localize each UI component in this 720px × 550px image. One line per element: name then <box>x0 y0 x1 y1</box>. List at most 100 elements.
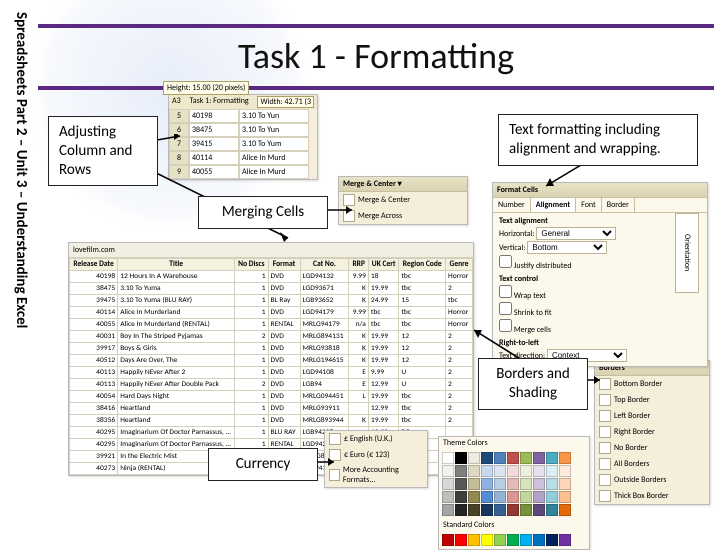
table-row[interactable]: 40512Days Are Over, The1DVDMRLG194615K19… <box>70 355 473 367</box>
table-row[interactable]: 39917Boys & Girls1DVDMRLG93818K19.99122 <box>70 343 473 355</box>
table-row[interactable]: 40113Happily NEver After 21DVDLGD94108E9… <box>70 367 473 379</box>
color-swatch[interactable] <box>481 504 493 516</box>
color-swatch[interactable] <box>442 504 454 516</box>
color-swatch[interactable] <box>442 534 454 546</box>
color-swatch[interactable] <box>494 478 506 490</box>
color-swatch[interactable] <box>546 534 558 546</box>
color-swatch[interactable] <box>520 478 532 490</box>
column-header: Format <box>268 259 300 271</box>
color-swatch[interactable] <box>533 465 545 477</box>
color-swatch[interactable] <box>494 534 506 546</box>
color-swatch[interactable] <box>455 452 467 464</box>
table-row[interactable]: 40114Alice In Murderland1DVDLGD941799.99… <box>70 307 473 319</box>
column-header: RRP <box>349 259 368 271</box>
shrink-checkbox[interactable] <box>499 302 512 315</box>
wrap-checkbox[interactable] <box>499 285 512 298</box>
border-option[interactable]: Left Border <box>595 408 709 424</box>
table-row[interactable]: 394753.10 To Yuma (BLU RAY)1BL RayLGB936… <box>70 295 473 307</box>
color-swatch[interactable] <box>468 478 480 490</box>
color-swatch[interactable] <box>481 478 493 490</box>
address-bar: lovefilm.com <box>69 243 473 258</box>
border-option[interactable]: Thick Box Border <box>595 488 709 504</box>
currency-option[interactable]: £ English (U.K.) <box>325 431 427 447</box>
border-icon <box>599 394 611 406</box>
color-swatch[interactable] <box>533 478 545 490</box>
color-swatch[interactable] <box>507 452 519 464</box>
color-swatch[interactable] <box>559 465 571 477</box>
table-row[interactable]: 40113Happily NEver After Double Pack2DVD… <box>70 379 473 391</box>
color-swatch[interactable] <box>468 534 480 546</box>
horizontal-select[interactable]: General <box>536 227 616 240</box>
color-swatch[interactable] <box>559 534 571 546</box>
table-row[interactable]: 40055Alice In Murderland (RENTAL)1RENTAL… <box>70 319 473 331</box>
merge-center-button[interactable]: Merge & Center ▾ <box>339 177 467 192</box>
color-swatch[interactable] <box>533 504 545 516</box>
color-swatch[interactable] <box>507 491 519 503</box>
color-swatch[interactable] <box>520 491 532 503</box>
border-option[interactable]: Top Border <box>595 392 709 408</box>
border-option[interactable]: Right Border <box>595 424 709 440</box>
color-swatch[interactable] <box>455 465 467 477</box>
color-swatch[interactable] <box>468 491 480 503</box>
color-swatch[interactable] <box>455 504 467 516</box>
color-swatch[interactable] <box>455 478 467 490</box>
color-swatch[interactable] <box>442 478 454 490</box>
justify-checkbox[interactable] <box>499 255 512 268</box>
border-icon <box>599 426 611 438</box>
border-icon <box>599 490 611 502</box>
border-option[interactable]: All Borders <box>595 456 709 472</box>
border-option[interactable]: Bottom Border <box>595 376 709 392</box>
color-swatch[interactable] <box>494 504 506 516</box>
color-swatch[interactable] <box>481 534 493 546</box>
color-swatch[interactable] <box>559 478 571 490</box>
color-swatch[interactable] <box>533 534 545 546</box>
color-swatch[interactable] <box>442 452 454 464</box>
color-swatch[interactable] <box>455 491 467 503</box>
format-tab[interactable]: Font <box>576 198 602 212</box>
color-swatch[interactable] <box>507 465 519 477</box>
color-swatch[interactable] <box>468 504 480 516</box>
color-swatch[interactable] <box>559 452 571 464</box>
color-swatch[interactable] <box>559 504 571 516</box>
column-header: Region Code <box>399 259 446 271</box>
border-option[interactable]: No Border <box>595 440 709 456</box>
color-swatch[interactable] <box>559 491 571 503</box>
color-swatch[interactable] <box>546 491 558 503</box>
table-row[interactable]: 38356Heartland1DVDMRLG893944K19.99tbc2 <box>70 415 473 427</box>
orientation-widget[interactable]: Orientation <box>675 213 699 293</box>
color-swatch[interactable] <box>533 491 545 503</box>
format-tab[interactable]: Number <box>493 198 531 212</box>
color-swatch[interactable] <box>507 478 519 490</box>
table-row[interactable]: 40054Hard Days Night1DVDMRLG094451L19.99… <box>70 391 473 403</box>
color-swatch[interactable] <box>494 491 506 503</box>
table-row[interactable]: 38416Heartland1DVDMRLG9391112.99tbc2 <box>70 403 473 415</box>
color-swatch[interactable] <box>481 491 493 503</box>
vertical-select[interactable]: Bottom <box>527 241 607 254</box>
color-swatch[interactable] <box>481 452 493 464</box>
color-swatch[interactable] <box>481 465 493 477</box>
color-swatch[interactable] <box>520 452 532 464</box>
color-swatch[interactable] <box>468 465 480 477</box>
color-swatch[interactable] <box>494 452 506 464</box>
color-swatch[interactable] <box>507 504 519 516</box>
color-swatch[interactable] <box>546 465 558 477</box>
table-row[interactable]: 4019812 Hours In A Warehouse1DVDLGD94132… <box>70 271 473 283</box>
color-swatch[interactable] <box>494 465 506 477</box>
color-swatch[interactable] <box>533 452 545 464</box>
color-swatch[interactable] <box>455 534 467 546</box>
color-swatch[interactable] <box>520 504 532 516</box>
color-swatch[interactable] <box>546 452 558 464</box>
color-swatch[interactable] <box>442 491 454 503</box>
color-swatch[interactable] <box>507 534 519 546</box>
format-tab[interactable]: Alignment <box>531 198 576 212</box>
table-row[interactable]: 40031Boy In The Striped Pyjamas2DVDMRLG8… <box>70 331 473 343</box>
color-swatch[interactable] <box>546 478 558 490</box>
color-swatch[interactable] <box>520 465 532 477</box>
color-swatch[interactable] <box>468 452 480 464</box>
color-swatch[interactable] <box>546 504 558 516</box>
table-row[interactable]: 384753.10 To Yuma1DVDLGD93671K19.99tbc2 <box>70 283 473 295</box>
border-option[interactable]: Outside Borders <box>595 472 709 488</box>
color-swatch[interactable] <box>442 465 454 477</box>
color-swatch[interactable] <box>520 534 532 546</box>
format-tab[interactable]: Border <box>602 198 635 212</box>
